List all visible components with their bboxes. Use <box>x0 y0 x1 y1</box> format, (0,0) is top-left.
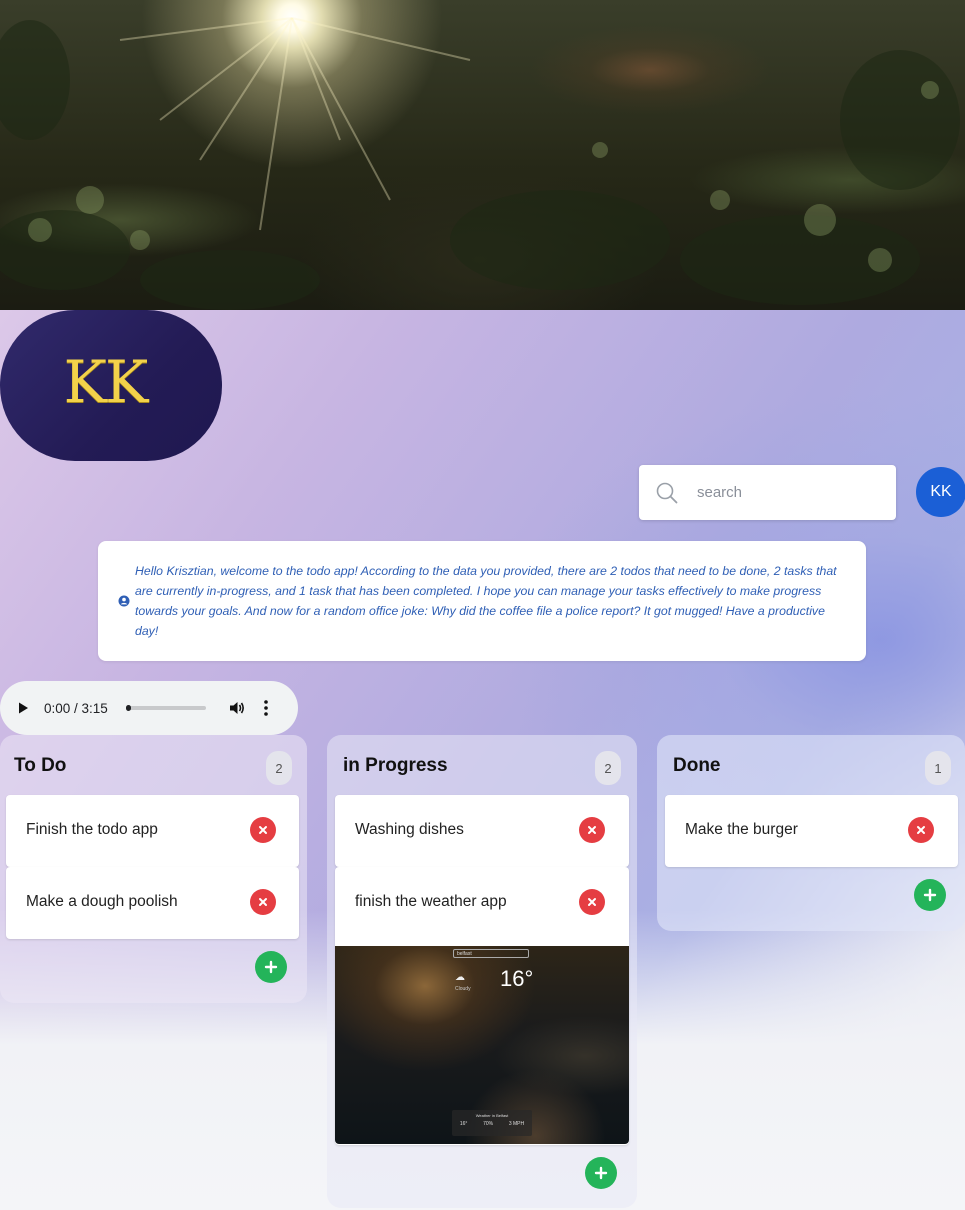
app-logo[interactable]: KK <box>0 310 222 461</box>
column-title: Done <box>673 755 721 776</box>
task-label: Finish the todo app <box>26 821 158 838</box>
task-card[interactable]: Make the burger <box>665 795 958 867</box>
welcome-message-card: Hello Krisztian, welcome to the todo app… <box>98 541 866 661</box>
attachment-weather-panel: Weather in Belfast 16° 70% 3 MPH <box>452 1110 532 1136</box>
column-count-badge: 2 <box>266 751 292 785</box>
task-card[interactable]: Finish the todo app <box>6 795 299 867</box>
logo-text: KK <box>63 347 149 416</box>
avatar-initials: KK <box>930 483 952 500</box>
welcome-message-text: Hello Krisztian, welcome to the todo app… <box>135 564 837 638</box>
user-circle-icon <box>118 595 130 607</box>
delete-task-button[interactable] <box>250 889 276 915</box>
attachment-stat: 3 MPH <box>508 1121 525 1127</box>
column-done: Done 1 Make the burger <box>657 735 965 931</box>
task-label: Make a dough poolish <box>26 893 178 910</box>
audio-time: 0:00 / 3:15 <box>44 700 108 716</box>
task-label: Washing dishes <box>355 821 464 838</box>
close-icon <box>588 826 596 834</box>
search-input[interactable] <box>695 483 879 502</box>
column-todo: To Do 2 Finish the todo app Make a dough… <box>0 735 307 1003</box>
column-title: in Progress <box>343 755 448 776</box>
column-title: To Do <box>14 755 67 776</box>
task-attachment-image[interactable]: belfast ☁ Cloudy 16° Weather in Belfast … <box>335 946 629 1144</box>
task-label: finish the weather app <box>355 893 507 910</box>
header-photo <box>0 0 965 310</box>
close-icon <box>588 898 596 906</box>
task-card-with-attachment[interactable]: finish the weather app belfast ☁ Cloudy … <box>335 867 629 1145</box>
cloud-icon: ☁ <box>455 972 465 983</box>
add-task-button[interactable] <box>255 951 287 983</box>
attachment-stat: 16° <box>459 1121 468 1127</box>
delete-task-button[interactable] <box>579 889 605 915</box>
avatar[interactable]: KK <box>916 467 965 517</box>
more-vertical-icon[interactable] <box>258 699 274 717</box>
delete-task-button[interactable] <box>908 817 934 843</box>
task-card[interactable]: Washing dishes <box>335 795 629 867</box>
volume-icon[interactable] <box>228 699 246 717</box>
search-box[interactable] <box>639 465 896 520</box>
sun-rays <box>0 17 960 310</box>
attachment-temperature: 16° <box>500 966 534 991</box>
column-count-badge: 2 <box>595 751 621 785</box>
column-count-badge: 1 <box>925 751 951 785</box>
play-icon[interactable] <box>16 700 32 716</box>
delete-task-button[interactable] <box>579 817 605 843</box>
task-label: Make the burger <box>685 821 798 838</box>
plus-icon <box>594 1166 608 1180</box>
plus-icon <box>264 960 278 974</box>
close-icon <box>259 898 267 906</box>
task-card[interactable]: Make a dough poolish <box>6 867 299 939</box>
add-task-button[interactable] <box>914 879 946 911</box>
audio-progress-bar[interactable] <box>126 705 206 711</box>
plus-icon <box>923 888 937 902</box>
audio-player[interactable]: 0:00 / 3:15 <box>0 681 298 735</box>
add-task-button[interactable] <box>585 1157 617 1189</box>
search-icon <box>639 465 695 520</box>
delete-task-button[interactable] <box>250 817 276 843</box>
column-in-progress: in Progress 2 Washing dishes finish the … <box>327 735 637 1208</box>
attachment-condition: Cloudy <box>455 986 471 992</box>
close-icon <box>917 826 925 834</box>
attachment-panel-title: Weather in Belfast <box>475 1113 509 1118</box>
audio-progress-knob[interactable] <box>126 705 131 711</box>
attachment-stat: 70% <box>483 1121 494 1127</box>
close-icon <box>259 826 267 834</box>
attachment-search-field: belfast <box>453 949 529 958</box>
